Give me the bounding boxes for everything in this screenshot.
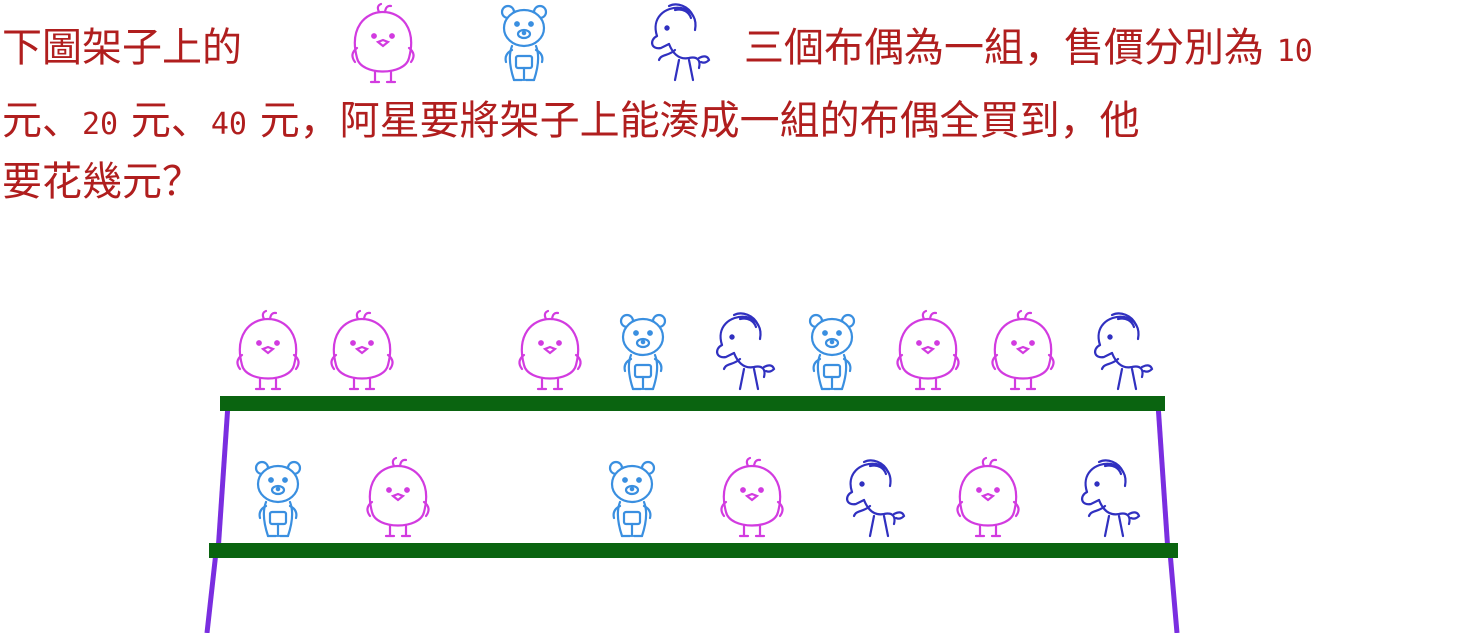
shelf-board-top [220, 396, 1165, 411]
horse-toy-icon [716, 312, 776, 391]
shelf-leg-left-lower [204, 551, 219, 633]
bear-toy-icon [808, 313, 856, 391]
chick-toy-icon [518, 309, 582, 391]
shelf-board-bottom [209, 543, 1178, 558]
shelf-leg-right-lower [1167, 551, 1180, 633]
top-shelf-toys [236, 309, 1154, 391]
bear-toy-icon [254, 460, 302, 538]
horse-toy-icon [1081, 459, 1141, 538]
chick-toy-icon [330, 309, 394, 391]
shelf-illustration [204, 309, 1180, 633]
horse-toy-icon [846, 459, 906, 538]
bottom-shelf-toys [254, 456, 1141, 538]
chick-toy-icon [720, 456, 784, 538]
shelf-leg-right-upper [1155, 403, 1171, 553]
chick-toy-icon [236, 309, 300, 391]
chick-toy-icon [366, 456, 430, 538]
bear-toy-icon [619, 313, 667, 391]
chick-toy-icon [991, 309, 1055, 391]
bear-toy-icon [608, 460, 656, 538]
shelf-leg-left-upper [215, 403, 231, 553]
horse-toy-icon [1094, 312, 1154, 391]
chick-toy-icon [896, 309, 960, 391]
chick-toy-icon [956, 456, 1020, 538]
